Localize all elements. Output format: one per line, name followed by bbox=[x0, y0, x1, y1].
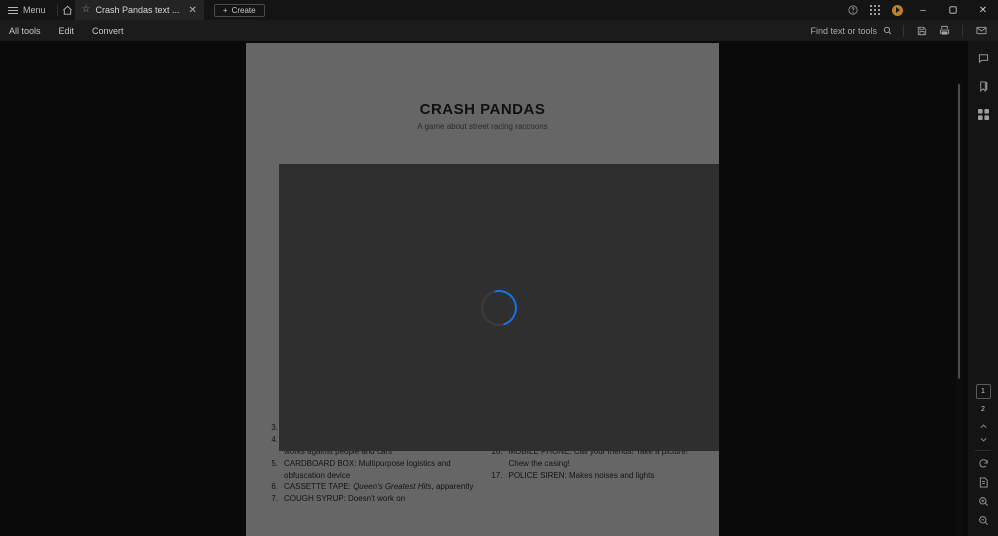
divider bbox=[962, 24, 963, 37]
list-item: 17. POLICE SIREN: Makes noises and light… bbox=[489, 470, 702, 482]
apps-grid-icon[interactable] bbox=[864, 0, 886, 20]
list-item-text: CARDBOARD BOX: Multipurpose logistics an… bbox=[284, 458, 451, 480]
menu-bar: All tools Edit Convert Find text or tool… bbox=[0, 20, 998, 41]
main-menu-button[interactable]: Menu bbox=[0, 0, 54, 20]
rotate-icon[interactable] bbox=[973, 454, 993, 473]
print-icon[interactable] bbox=[933, 20, 955, 41]
list-item-text: COUGH SYRUP: Doesn't work on bbox=[284, 494, 406, 504]
search-icon[interactable] bbox=[883, 26, 892, 35]
page-title: CRASH PANDAS bbox=[419, 101, 546, 118]
menubar-right-group: Find text or tools bbox=[810, 20, 998, 41]
list-item-number: 5. bbox=[271, 458, 278, 468]
right-sidebar: 1 2 bbox=[968, 41, 998, 536]
list-item-number: 4. bbox=[271, 434, 278, 444]
minimize-icon[interactable]: – bbox=[908, 0, 938, 20]
help-circle-icon[interactable] bbox=[842, 0, 864, 20]
page-number-label: 1 bbox=[981, 388, 985, 395]
star-icon[interactable]: ☆ bbox=[82, 5, 91, 15]
divider bbox=[56, 4, 58, 16]
title-bar: Menu ☆ Crash Pandas text ... ✕ + Create … bbox=[0, 0, 998, 20]
divider bbox=[903, 24, 904, 37]
page-thumb-1[interactable]: 1 bbox=[975, 384, 991, 399]
thumbnails-panel-icon[interactable] bbox=[972, 103, 994, 125]
list-item-number: 6. bbox=[271, 482, 278, 492]
menu-item-label: Convert bbox=[92, 25, 124, 36]
list-item-number: 3. bbox=[271, 422, 278, 432]
list-item-text: POLICE SIREN: Makes noises and lights bbox=[508, 470, 655, 480]
loading-spinner bbox=[474, 282, 524, 333]
plus-icon: + bbox=[222, 5, 228, 15]
bookmarks-panel-icon[interactable] bbox=[972, 75, 994, 97]
home-icon[interactable] bbox=[61, 3, 75, 17]
chevron-down-icon[interactable] bbox=[973, 433, 993, 446]
document-tab-title: Crash Pandas text ... bbox=[95, 5, 180, 15]
titlebar-right-group: – ✕ bbox=[842, 0, 998, 20]
document-viewport[interactable]: CRASH PANDAS A game about street racing … bbox=[0, 41, 962, 536]
list-item: 7. COUGH SYRUP: Doesn't work on bbox=[264, 493, 477, 505]
scrollbar-thumb[interactable] bbox=[958, 84, 960, 379]
user-avatar[interactable] bbox=[886, 0, 908, 20]
comments-panel-icon[interactable] bbox=[972, 47, 994, 69]
fit-page-icon[interactable] bbox=[973, 473, 993, 492]
list-item-text: CASSETTE TAPE: Queen's Greatest Hits, ap… bbox=[284, 482, 474, 492]
zoom-out-icon[interactable] bbox=[973, 511, 993, 530]
chevron-up-icon[interactable] bbox=[973, 420, 993, 433]
maximize-icon[interactable] bbox=[938, 0, 968, 20]
page-subtitle: A game about street racing raccoons bbox=[417, 122, 548, 131]
app-window: Menu ☆ Crash Pandas text ... ✕ + Create … bbox=[0, 0, 998, 536]
list-item-number: 17. bbox=[491, 470, 503, 480]
page-navigation-group: 1 2 bbox=[973, 384, 993, 536]
window-close-icon[interactable]: ✕ bbox=[968, 0, 998, 20]
menu-item-edit[interactable]: Edit bbox=[50, 20, 84, 41]
zoom-in-icon[interactable] bbox=[973, 492, 993, 511]
page-number-label: 2 bbox=[981, 406, 985, 413]
create-button-label: Create bbox=[231, 5, 256, 15]
divider bbox=[975, 450, 991, 451]
main-menu-label: Menu bbox=[23, 5, 46, 15]
page-thumb-2[interactable]: 2 bbox=[976, 402, 991, 417]
menu-item-label: Edit bbox=[58, 25, 75, 36]
vertical-scrollbar[interactable] bbox=[956, 82, 962, 536]
loading-overlay bbox=[279, 164, 719, 451]
hamburger-icon bbox=[8, 6, 18, 14]
create-button[interactable]: + Create bbox=[213, 3, 265, 17]
menu-item-convert[interactable]: Convert bbox=[83, 20, 133, 41]
menu-item-label: All tools bbox=[9, 25, 41, 36]
list-item: 6. CASSETTE TAPE: Queen's Greatest Hits,… bbox=[264, 481, 477, 493]
menu-item-all-tools[interactable]: All tools bbox=[0, 20, 50, 41]
tab-close-icon[interactable]: ✕ bbox=[189, 5, 197, 16]
save-icon[interactable] bbox=[911, 20, 933, 41]
search-placeholder: Find text or tools bbox=[810, 25, 877, 36]
list-item-number: 7. bbox=[271, 494, 278, 504]
search-input[interactable]: Find text or tools bbox=[810, 26, 896, 36]
list-item: 5. CARDBOARD BOX: Multipurpose logistics… bbox=[264, 458, 477, 482]
document-tab[interactable]: ☆ Crash Pandas text ... ✕ bbox=[74, 0, 204, 20]
email-icon[interactable] bbox=[970, 20, 992, 41]
